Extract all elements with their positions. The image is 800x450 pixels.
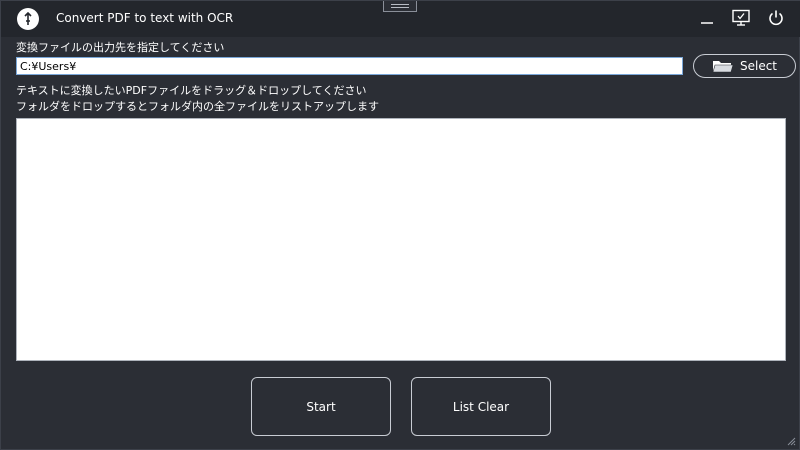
select-button-label: Select	[739, 59, 778, 73]
app-window: Convert PDF to text with OCR 変換ファイルの出力先を…	[0, 0, 800, 450]
app-logo-icon	[17, 8, 39, 30]
monitor-button[interactable]	[729, 7, 753, 29]
drop-instruction-line1: テキストに変換したいPDFファイルをドラッグ＆ドロップしてください	[16, 84, 367, 97]
start-button-label: Start	[306, 399, 336, 414]
minimize-icon	[701, 22, 713, 24]
minimize-button[interactable]	[695, 7, 719, 29]
output-path-input[interactable]	[16, 57, 683, 75]
title-bar[interactable]: Convert PDF to text with OCR	[1, 1, 800, 37]
power-button[interactable]	[764, 7, 788, 29]
file-drop-list[interactable]	[16, 118, 786, 361]
power-icon	[769, 10, 783, 26]
drop-instruction-line2: フォルダをドロップするとフォルダ内の全ファイルをリストアップします	[16, 100, 379, 113]
monitor-check-icon	[732, 9, 750, 26]
drag-handle-icon[interactable]	[383, 1, 417, 12]
select-folder-button[interactable]: Select	[693, 54, 796, 78]
start-button[interactable]: Start	[251, 377, 391, 436]
output-folder-label: 変換ファイルの出力先を指定してください	[16, 41, 225, 54]
list-clear-button[interactable]: List Clear	[411, 377, 551, 436]
resize-grip-icon[interactable]	[786, 436, 796, 446]
list-clear-button-label: List Clear	[452, 399, 510, 414]
window-title: Convert PDF to text with OCR	[56, 11, 234, 25]
folder-open-icon	[712, 61, 734, 73]
